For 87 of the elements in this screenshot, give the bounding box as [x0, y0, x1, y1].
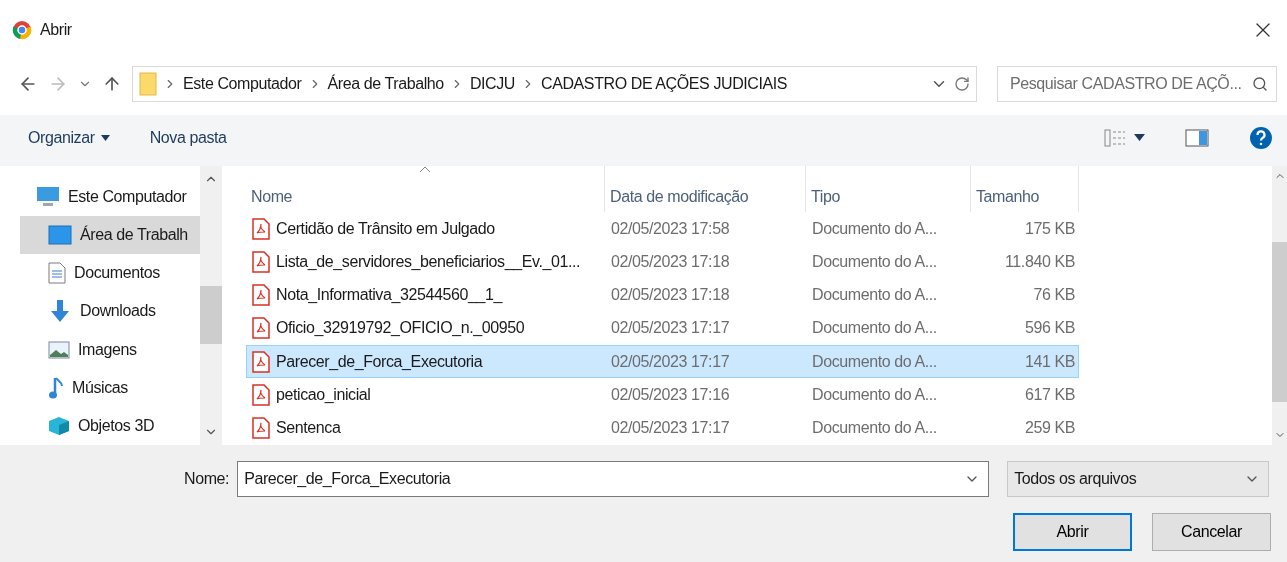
file-name: peticao_inicial	[276, 386, 371, 405]
sidebar-item[interactable]: Imagens	[20, 330, 200, 369]
address-bar[interactable]: Este Computador Área de Trabalho DICJU CADASTRO DE AÇÕES JUDICIAIS	[132, 66, 977, 102]
computer-icon	[36, 186, 60, 209]
breadcrumb-item[interactable]: Este Computador	[183, 75, 302, 93]
table-cell-text: Documento do A...	[811, 386, 938, 405]
scrollbar-thumb[interactable]	[200, 286, 222, 344]
window-title: Abrir	[40, 21, 73, 39]
file-row[interactable]: Sentenca 02/05/2023 17:17 Documento do A... 259 KB	[246, 411, 1079, 445]
cancel-button[interactable]: Cancelar	[1152, 513, 1271, 551]
table-cell-text: 02/05/2023 17:17	[610, 419, 731, 438]
file-name: Nota_Informativa_32544560__1_	[276, 286, 502, 305]
music-note-icon	[48, 375, 64, 400]
scrollbar[interactable]	[200, 166, 222, 445]
image-icon	[48, 340, 70, 359]
file-type-dropdown[interactable]: Todos os arquivos	[1007, 461, 1270, 497]
file-name: Parecer_de_Forca_Executoria	[276, 352, 483, 371]
table-cell-text: Documento do A...	[811, 352, 938, 371]
table-cell-text: Documento do A...	[811, 319, 938, 338]
file-name: Lista_de_servidores_beneficiarios__Ev._01...	[276, 252, 581, 271]
table-cell-text: 141 KB	[1023, 352, 1076, 371]
file-row[interactable]: Certidão de Trânsito em Julgado 02/05/2023 17:58 Documento do A... 175 KB	[246, 212, 1079, 246]
help-icon[interactable]	[1249, 125, 1273, 150]
file-name: Sentenca	[276, 419, 341, 438]
sidebar-item[interactable]: Este Computador	[20, 178, 200, 217]
sidebar-item[interactable]: Downloads	[20, 292, 200, 331]
table-cell-text: 596 KB	[1023, 319, 1076, 338]
column-header[interactable]: Data de modificação	[605, 166, 806, 212]
pdf-file-icon	[252, 217, 270, 240]
caret-icon[interactable]	[1134, 134, 1145, 141]
download-arrow-icon	[48, 299, 72, 324]
scrollbar[interactable]	[1272, 166, 1287, 445]
folder-icon	[139, 72, 157, 96]
cube-icon	[48, 415, 70, 436]
caret-icon	[100, 134, 110, 141]
table-cell-text: Documento do A...	[811, 219, 938, 238]
pdf-file-icon	[252, 284, 270, 307]
file-row[interactable]: Parecer_de_Forca_Executoria 02/05/2023 17:17 Documento do A... 141 KB	[246, 345, 1079, 379]
table-cell-text: Documento do A...	[811, 252, 938, 271]
table-cell-text: Documento do A...	[811, 419, 938, 438]
file-name-field[interactable]: Parecer_de_Forca_Executoria	[237, 461, 990, 497]
preview-pane-icon[interactable]	[1185, 128, 1209, 147]
pdf-file-icon	[252, 350, 270, 373]
table-cell-text: 02/05/2023 17:17	[610, 319, 731, 338]
sidebar-item[interactable]: Área de Trabalh	[20, 216, 200, 255]
pdf-file-icon	[252, 250, 270, 273]
scrollbar-thumb[interactable]	[1272, 242, 1287, 402]
breadcrumb-item[interactable]: DICJU	[469, 75, 515, 93]
breadcrumb-item[interactable]: CADASTRO DE AÇÕES JUDICIAIS	[541, 75, 788, 93]
document-icon	[48, 262, 66, 285]
file-row[interactable]: Lista_de_servidores_beneficiarios__Ev._01... 02/05/2023 17:18 Documento do A... 11.840 KB	[246, 245, 1079, 279]
column-header[interactable]: Tamanho	[971, 166, 1079, 212]
organize-menu-button[interactable]: Organizar	[28, 128, 110, 147]
open-button[interactable]: Abrir	[1013, 513, 1132, 551]
file-name: Oficio_32919792_OFICIO_n._00950	[276, 319, 525, 338]
file-row[interactable]: Oficio_32919792_OFICIO_n._00950 02/05/2023 17:17 Documento do A... 596 KB	[246, 311, 1079, 346]
file-row[interactable]: Nota_Informativa_32544560__1_ 02/05/2023 17:18 Documento do A... 76 KB	[246, 278, 1079, 312]
file-name-label: Nome:	[184, 470, 230, 488]
table-cell-text: 02/05/2023 17:17	[610, 352, 731, 371]
app-logo-icon	[12, 20, 32, 40]
table-cell-text: 02/05/2023 17:18	[610, 252, 731, 271]
table-cell-text: Documento do A...	[811, 286, 938, 305]
file-row[interactable]: peticao_inicial 02/05/2023 17:16 Documento do A... 617 KB	[246, 378, 1079, 412]
desktop-icon	[48, 225, 72, 246]
table-cell-text: 76 KB	[1032, 286, 1076, 305]
table-cell-text: 02/05/2023 17:58	[610, 219, 731, 238]
sidebar-item[interactable]: Músicas	[20, 368, 200, 407]
table-cell-text: 11.840 KB	[1004, 252, 1076, 271]
table-cell-text: 175 KB	[1023, 219, 1076, 238]
file-name: Certidão de Trânsito em Julgado	[276, 219, 495, 238]
breadcrumb-item[interactable]: Área de Trabalho	[327, 75, 444, 93]
pdf-file-icon	[252, 317, 270, 340]
table-cell-text: 02/05/2023 17:16	[610, 386, 731, 405]
sort-ascending-icon	[419, 166, 431, 173]
sidebar-item[interactable]: Documentos	[20, 254, 200, 293]
column-header[interactable]: Nome	[246, 166, 605, 212]
refresh-icon[interactable]	[954, 76, 970, 92]
pdf-file-icon	[252, 417, 270, 440]
sidebar-item[interactable]: Objetos 3D	[20, 406, 200, 445]
table-cell-text: 617 KB	[1023, 386, 1076, 405]
search-field[interactable]: Pesquisar CADASTRO DE AÇÕ...	[997, 66, 1277, 102]
search-icon	[1252, 76, 1268, 92]
table-cell-text: 259 KB	[1023, 419, 1076, 438]
pdf-file-icon	[252, 384, 270, 407]
table-cell-text: 02/05/2023 17:18	[610, 286, 731, 305]
new-folder-button[interactable]: Nova pasta	[149, 128, 227, 147]
column-header[interactable]: Tipo	[806, 166, 971, 212]
